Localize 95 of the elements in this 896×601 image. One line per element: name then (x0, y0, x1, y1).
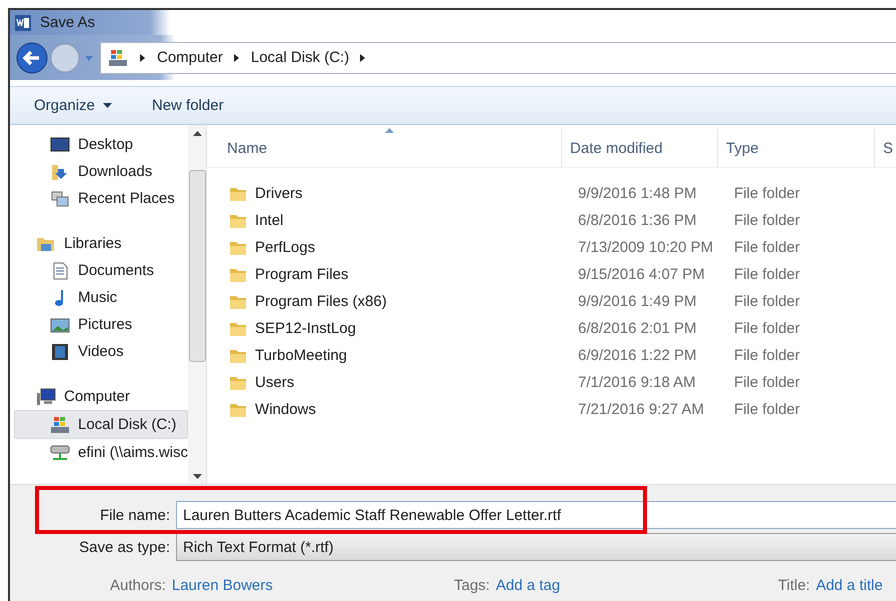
sidebar-item[interactable]: Pictures (10, 311, 188, 338)
sidebar-item[interactable]: Recent Places (10, 185, 188, 212)
file-name: Users (255, 374, 294, 392)
table-cell-text: 7/21/2016 9:27 AM (577, 401, 705, 418)
table-cell-text: File folder (733, 185, 801, 202)
folder-icon (229, 186, 248, 202)
table-cell-text: File folder (733, 239, 801, 256)
column-header[interactable]: Date modified (562, 129, 718, 168)
file-row[interactable]: PerfLogs 7/13/2009 10:20 PM File folder (207, 234, 896, 262)
field-label: Save as type: (78, 538, 171, 556)
metadata-link[interactable]: Add a title (816, 577, 883, 594)
address-bar[interactable]: Computer Local Disk (C:) (100, 42, 896, 74)
folder-icon (229, 212, 248, 229)
disk-icon (107, 48, 129, 68)
scroll-thumb[interactable] (188, 170, 206, 362)
metadata-link[interactable]: Add a tag (496, 577, 560, 594)
metadata-link[interactable]: Lauren Bowers (172, 577, 273, 594)
network-drive-icon (50, 444, 70, 462)
metadata-label: Authors: (110, 577, 166, 594)
folder-icon (229, 320, 248, 337)
sidebar-item[interactable]: Music (10, 284, 188, 312)
file-name: SEP12-InstLog (255, 320, 356, 338)
table-cell-text: File folder (733, 347, 801, 364)
table-cell-text: File folder (733, 401, 801, 418)
file-row[interactable]: Program Files 9/15/2016 4:07 PM File folder (207, 261, 896, 288)
folder-icon (229, 294, 248, 310)
field-label: File name: (98, 506, 171, 524)
column-header[interactable]: Type (718, 129, 876, 168)
sidebar-item[interactable]: efini (\\aims.wisc (10, 439, 188, 466)
folder-icon (229, 266, 248, 283)
file-name: PerfLogs (255, 239, 316, 256)
chevron-icon[interactable] (232, 52, 241, 63)
chevron-icon[interactable] (139, 52, 147, 63)
file-row[interactable]: SEP12-InstLog 6/8/2016 2:01 PM File folder (207, 315, 896, 342)
table-cell-text: File folder (733, 266, 801, 284)
recent-places-icon (50, 190, 70, 208)
toolbar-button[interactable]: New folder (152, 95, 224, 116)
sidebar-item[interactable]: Downloads (10, 158, 188, 186)
file-name: Program Files (x86) (255, 293, 387, 310)
file-name: Intel (255, 212, 284, 230)
sort-arrow-icon (385, 128, 394, 134)
table-cell-text: File folder (733, 212, 801, 230)
table-cell-text: 9/9/2016 1:49 PM (577, 293, 698, 310)
document-icon (14, 14, 32, 32)
sidebar-group[interactable]: Libraries (10, 230, 188, 258)
monitor-icon (50, 136, 70, 154)
picture-icon (50, 316, 70, 334)
folder-icon (229, 402, 248, 418)
metadata-label: Title: (778, 577, 810, 594)
folder-icon (229, 348, 248, 364)
table-cell-text: File folder (733, 293, 801, 310)
window-title: Save As (40, 14, 96, 32)
file-name: Drivers (255, 185, 303, 202)
file-row[interactable]: Program Files (x86) 9/9/2016 1:49 PM File folder (207, 288, 896, 316)
file-row[interactable]: TurboMeeting 6/9/2016 1:22 PM File folder (207, 342, 896, 370)
file-row[interactable]: Drivers 9/9/2016 1:48 PM File folder (207, 180, 896, 208)
breadcrumb[interactable]: Computer (157, 49, 223, 66)
scroll-up-icon[interactable] (192, 131, 202, 138)
breadcrumb[interactable]: Local Disk (C:) (250, 49, 350, 66)
back-button[interactable] (16, 42, 48, 74)
file-row[interactable]: Windows 7/21/2016 9:27 AM File folder (207, 396, 896, 424)
file-row[interactable]: Users 7/1/2016 9:18 AM File folder (207, 369, 896, 396)
table-cell-text: File folder (733, 374, 801, 392)
scrollbar[interactable] (188, 125, 206, 484)
metadata-label: Tags: (454, 577, 490, 594)
download-folder-icon (50, 162, 70, 181)
table-cell-text: 6/8/2016 1:36 PM (577, 212, 698, 230)
table-cell-text: File folder (733, 320, 801, 338)
file-row[interactable]: Intel 6/8/2016 1:36 PM File folder (207, 207, 896, 234)
sidebar-item[interactable]: Videos (10, 338, 188, 366)
table-cell-text: 9/15/2016 4:07 PM (577, 266, 706, 284)
folder-icon (229, 240, 248, 256)
toolbar-button[interactable]: Organize (34, 95, 112, 116)
save-as-type-dropdown[interactable]: Rich Text Format (*.rtf) (176, 533, 896, 562)
file-name: Windows (255, 401, 316, 418)
sidebar-item[interactable]: Documents (10, 257, 188, 284)
sidebar-item[interactable]: Desktop (10, 131, 188, 158)
sidebar-group[interactable]: Computer (10, 383, 188, 410)
film-icon (50, 342, 70, 361)
caret-icon (102, 102, 112, 109)
file-name-field[interactable]: Lauren Butters Academic Staff Renewable Offer Letter.rtf (176, 501, 896, 530)
computer-icon (36, 388, 56, 406)
disk-icon (50, 416, 70, 434)
sidebar-item[interactable]: Local Disk (C:) (14, 410, 188, 440)
column-header[interactable]: S (875, 129, 896, 168)
table-cell-text: 6/9/2016 1:22 PM (577, 347, 698, 364)
folder-icon (229, 374, 248, 391)
table-cell-text: 7/1/2016 9:18 AM (577, 374, 697, 392)
table-cell-text: 7/13/2009 10:20 PM (577, 239, 714, 256)
file-name: TurboMeeting (255, 347, 348, 364)
scroll-down-icon[interactable] (192, 474, 202, 480)
chevron-icon[interactable] (359, 52, 368, 63)
table-cell-text: 9/9/2016 1:48 PM (577, 185, 698, 202)
file-name: Program Files (255, 266, 348, 284)
table-cell-text: 6/8/2016 2:01 PM (577, 320, 698, 338)
